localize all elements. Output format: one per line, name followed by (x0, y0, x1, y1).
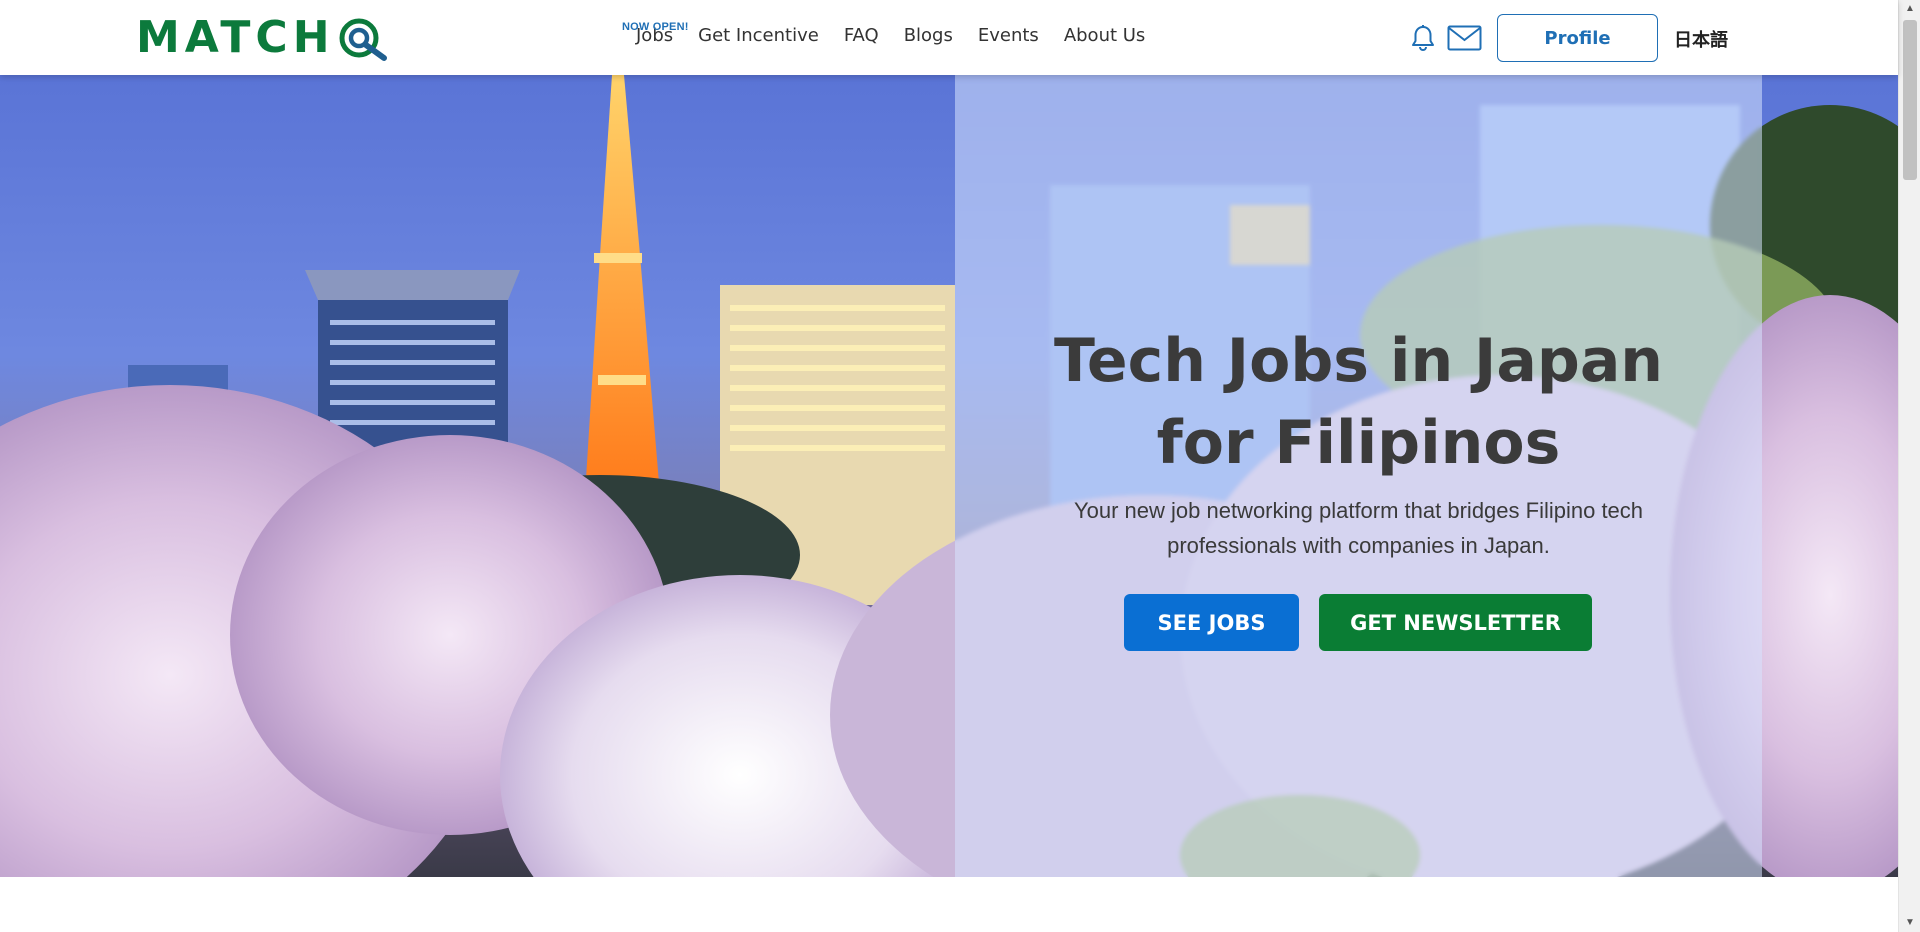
at-magnifier-icon (337, 14, 387, 62)
hero-title-line-1: Tech Jobs in Japan (1053, 326, 1664, 396)
hero-title: Tech Jobs in Japan for Filipinos (955, 320, 1762, 484)
nav-blogs[interactable]: Blogs (904, 24, 953, 48)
main-nav: NOW OPEN! Jobs Get Incentive FAQ Blogs E… (622, 21, 1170, 48)
match-logo[interactable]: MATCH (136, 14, 387, 62)
language-switch[interactable]: 日本語 (1674, 26, 1728, 52)
hero-section: Tech Jobs in Japan for Filipinos Your ne… (0, 75, 1898, 877)
hero-title-line-2: for Filipinos (1156, 408, 1561, 478)
nav-faq[interactable]: FAQ (844, 24, 879, 48)
see-jobs-button[interactable]: SEE JOBS (1124, 594, 1299, 651)
site-header: MATCH NOW OPEN! Jobs Get Incentive FAQ B… (0, 0, 1898, 75)
hero-subtitle: Your new job networking platform that br… (1073, 498, 1644, 558)
nav-events[interactable]: Events (978, 24, 1039, 48)
page-scrollbar[interactable]: ▲ ▼ (1898, 0, 1920, 932)
mail-icon[interactable] (1447, 25, 1482, 51)
nav-about-us[interactable]: About Us (1064, 24, 1146, 48)
scroll-down-arrow-icon[interactable]: ▼ (1899, 914, 1920, 932)
nav-get-incentive[interactable]: Get Incentive (698, 24, 819, 48)
bell-icon[interactable] (1410, 24, 1436, 52)
profile-button[interactable]: Profile (1497, 14, 1658, 62)
logo-text: MATCH (136, 12, 335, 63)
get-newsletter-button[interactable]: GET NEWSLETTER (1319, 594, 1592, 651)
nav-jobs[interactable]: NOW OPEN! Jobs (622, 21, 688, 48)
scroll-thumb[interactable] (1903, 20, 1917, 180)
scroll-up-arrow-icon[interactable]: ▲ (1899, 0, 1920, 18)
now-open-badge: NOW OPEN! (622, 21, 689, 33)
